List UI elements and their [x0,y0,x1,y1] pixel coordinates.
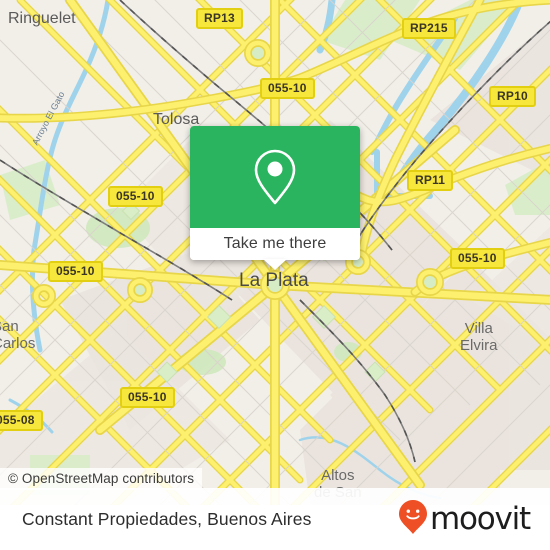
road-shield-055-10-north[interactable]: 055-10 [260,78,315,99]
road-shield-rp13[interactable]: RP13 [196,8,243,29]
callout-header [190,126,360,228]
road-shield-rp215[interactable]: RP215 [402,18,456,39]
moovit-wordmark: moovit [429,500,531,537]
map-pin-icon [252,148,298,206]
road-shield-rp11[interactable]: RP11 [407,170,454,191]
road-shield-rp10[interactable]: RP10 [489,86,536,107]
moovit-logo[interactable]: moovit [398,499,531,540]
location-callout-card[interactable]: Take me there [190,126,360,260]
road-shield-055-10-northwest[interactable]: 055-10 [108,186,163,207]
road-shield-055-10-east[interactable]: 055-10 [450,248,505,269]
moovit-map-screen: Ringuelet Tolosa La Plata Villa Elvira S… [0,0,550,550]
take-me-there-button[interactable]: Take me there [190,228,360,260]
moovit-pin-smiley-icon [398,499,428,540]
road-shield-055-10-west[interactable]: 055-10 [48,261,103,282]
road-shield-055-10-south[interactable]: 055-10 [120,387,175,408]
road-shield-055-08[interactable]: 055-08 [0,410,43,431]
callout-pointer [263,259,287,270]
map-attribution[interactable]: © OpenStreetMap contributors [0,468,203,490]
map-canvas[interactable]: Ringuelet Tolosa La Plata Villa Elvira S… [0,0,550,505]
footer-bar: Constant Propiedades, Buenos Aires moovi… [0,488,550,550]
place-title: Constant Propiedades, Buenos Aires [22,508,312,529]
